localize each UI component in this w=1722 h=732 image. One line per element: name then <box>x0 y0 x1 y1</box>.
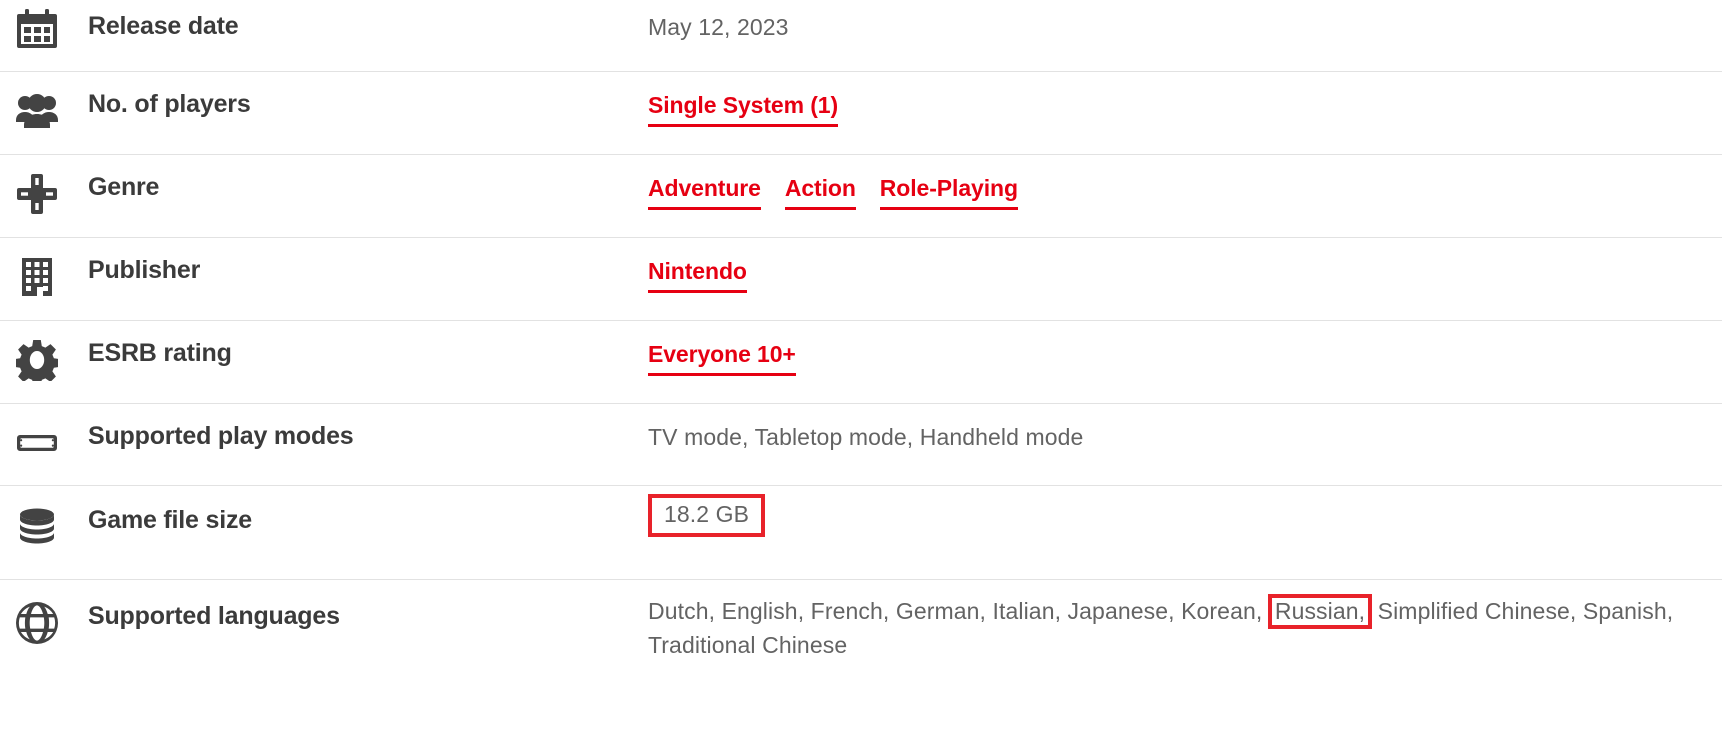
table-row-no-of-players: No. of players Single System (1) <box>0 72 1722 155</box>
languages-before-highlight: Dutch, English, French, German, Italian,… <box>648 598 1262 624</box>
globe-icon <box>16 602 58 644</box>
dpad-icon-cell <box>0 155 88 215</box>
database-icon-cell <box>0 486 88 548</box>
gear-icon-cell <box>0 321 88 381</box>
table-row-supported-play-modes: Supported play modes TV mode, Tabletop m… <box>0 404 1722 486</box>
link-genre-role-playing[interactable]: Role-Playing <box>880 172 1018 210</box>
players-icon-cell <box>0 72 88 132</box>
calendar-icon-cell <box>0 0 88 50</box>
row-value: Single System (1) <box>648 72 1722 127</box>
row-value: Dutch, English, French, German, Italian,… <box>648 580 1722 662</box>
row-label: Game file size <box>88 486 648 537</box>
publisher-links: Nintendo <box>648 255 1702 293</box>
supported-languages-value: Dutch, English, French, German, Italian,… <box>648 594 1702 662</box>
row-label: Genre <box>88 155 648 204</box>
file-size-highlight-box: 18.2 GB <box>648 494 765 537</box>
release-date-value: May 12, 2023 <box>648 14 789 40</box>
calendar-icon <box>16 8 58 50</box>
link-publisher-nintendo[interactable]: Nintendo <box>648 255 747 293</box>
genre-links: Adventure Action Role-Playing <box>648 172 1702 210</box>
switch-console-icon-cell <box>0 404 88 464</box>
table-row-publisher: Publisher Nintendo <box>0 238 1722 321</box>
building-icon <box>16 256 58 298</box>
table-row-esrb-rating: ESRB rating Everyone 10+ <box>0 321 1722 404</box>
language-highlight-box: Russian, <box>1268 594 1372 629</box>
highlighted-language-value: Russian, <box>1275 598 1365 624</box>
players-icon <box>16 90 58 132</box>
row-value: May 12, 2023 <box>648 0 1722 44</box>
dpad-icon <box>16 173 58 215</box>
database-icon <box>16 506 58 548</box>
esrb-links: Everyone 10+ <box>648 338 1702 376</box>
table-row-release-date: Release date May 12, 2023 <box>0 0 1722 72</box>
link-genre-action[interactable]: Action <box>785 172 856 210</box>
row-label: Release date <box>88 0 648 43</box>
table-row-game-file-size: Game file size 18.2 GB <box>0 486 1722 580</box>
row-label: Supported languages <box>88 580 648 633</box>
globe-icon-cell <box>0 580 88 644</box>
play-modes-value: TV mode, Tabletop mode, Handheld mode <box>648 424 1083 450</box>
link-single-system[interactable]: Single System (1) <box>648 89 838 127</box>
table-row-genre: Genre Adventure Action Role-Playing <box>0 155 1722 238</box>
row-value: Everyone 10+ <box>648 321 1722 376</box>
row-label: No. of players <box>88 72 648 121</box>
row-value: 18.2 GB <box>648 486 1722 537</box>
link-esrb-everyone-10-plus[interactable]: Everyone 10+ <box>648 338 796 376</box>
table-row-supported-languages: Supported languages Dutch, English, Fren… <box>0 580 1722 672</box>
switch-console-icon <box>16 422 58 464</box>
game-file-size-value: 18.2 GB <box>664 501 749 527</box>
link-genre-adventure[interactable]: Adventure <box>648 172 761 210</box>
row-label: Supported play modes <box>88 404 648 453</box>
game-details-table: Release date May 12, 2023 No. of players… <box>0 0 1722 672</box>
building-icon-cell <box>0 238 88 298</box>
player-mode-links: Single System (1) <box>648 89 1702 127</box>
row-value: Adventure Action Role-Playing <box>648 155 1722 210</box>
gear-icon <box>16 339 58 381</box>
row-value: Nintendo <box>648 238 1722 293</box>
row-value: TV mode, Tabletop mode, Handheld mode <box>648 404 1722 454</box>
row-label: Publisher <box>88 238 648 287</box>
row-label: ESRB rating <box>88 321 648 370</box>
